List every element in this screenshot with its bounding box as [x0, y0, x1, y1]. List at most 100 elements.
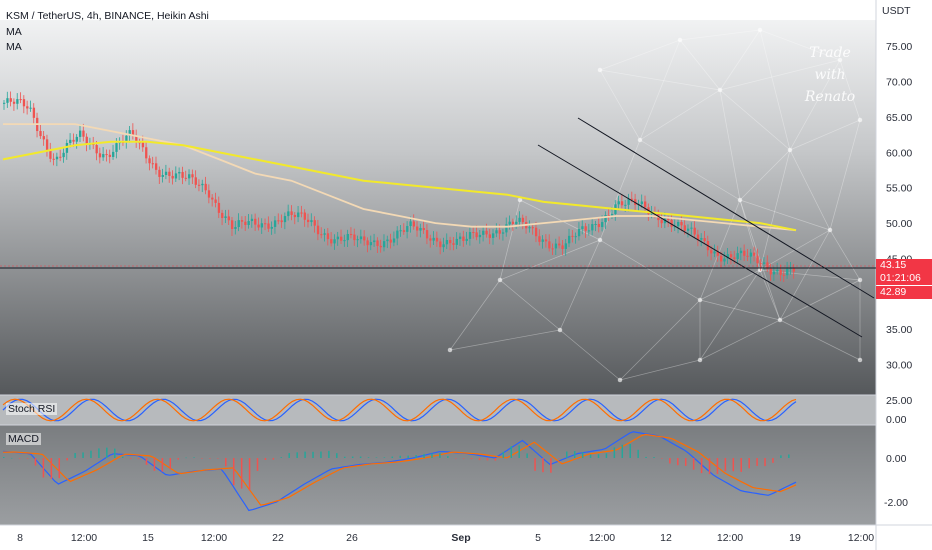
- candle-body: [59, 156, 62, 158]
- candle-body: [495, 230, 498, 234]
- macd-label[interactable]: MACD: [6, 433, 41, 445]
- macd-histogram-bar: [613, 447, 616, 458]
- candle-body: [762, 262, 766, 264]
- network-node: [827, 227, 833, 233]
- candle-body: [22, 99, 26, 107]
- macd-histogram-bar: [581, 452, 584, 458]
- candle-body: [620, 201, 624, 206]
- network-node: [597, 237, 603, 243]
- macd-histogram-bar: [573, 451, 576, 458]
- stoch-zero-tick: 0.00: [886, 414, 907, 426]
- candle-body: [158, 169, 161, 177]
- macd-histogram-bar: [10, 457, 13, 459]
- candle-body: [234, 227, 237, 229]
- candle-body: [538, 236, 541, 242]
- candle-body: [472, 232, 475, 234]
- candle-body: [442, 244, 445, 248]
- candle-body: [425, 230, 429, 239]
- candle-body: [326, 233, 330, 240]
- price-tick: 30.00: [886, 360, 912, 372]
- candle-body: [743, 250, 746, 256]
- candle-body: [161, 175, 164, 177]
- candle-body: [409, 221, 412, 227]
- macd-histogram-bar: [677, 458, 679, 466]
- macd-histogram-bar: [780, 455, 782, 458]
- candle-body: [416, 226, 419, 231]
- ma-legend-1[interactable]: MA: [6, 25, 22, 39]
- candle-body: [171, 175, 174, 179]
- time-tick: 8: [17, 532, 23, 544]
- candle-body: [376, 240, 379, 246]
- candle-body: [247, 221, 250, 226]
- macd-histogram-bar: [375, 457, 378, 458]
- candle-body: [680, 222, 683, 226]
- candle-body: [105, 154, 108, 156]
- candle-body: [511, 221, 515, 224]
- candle-body: [244, 221, 247, 226]
- candle-body: [577, 228, 581, 237]
- candle-body: [340, 236, 343, 241]
- network-node: [717, 87, 723, 93]
- candle-body: [769, 268, 772, 275]
- candle-body: [214, 199, 217, 203]
- candle-body: [260, 223, 264, 228]
- candle-body: [475, 232, 478, 238]
- candle-body: [548, 241, 551, 249]
- macd-histogram-bar: [50, 458, 53, 479]
- countdown-tag: 01:21:06: [876, 272, 932, 285]
- macd-histogram-bar: [106, 447, 108, 458]
- candle-body: [624, 204, 627, 206]
- candle-body: [151, 163, 155, 165]
- macd-histogram-bar: [716, 458, 719, 474]
- macd-histogram-bar: [534, 458, 536, 471]
- macd-histogram-bar: [645, 456, 647, 458]
- symbol-title[interactable]: KSM / TetherUS, 4h, BINANCE, Heikin Ashi: [6, 9, 209, 23]
- candle-body: [465, 238, 468, 241]
- candle-body: [610, 214, 614, 216]
- ma-legend-2[interactable]: MA: [6, 40, 22, 54]
- macd-histogram-bar: [169, 458, 172, 470]
- candle-body: [346, 234, 349, 241]
- macd-histogram-bar: [447, 456, 449, 458]
- candle-body: [19, 99, 22, 101]
- macd-histogram-bar: [510, 446, 513, 458]
- candle-body: [515, 221, 518, 224]
- candle-body: [587, 230, 591, 232]
- time-tick: 12:00: [589, 532, 615, 544]
- candle-body: [693, 227, 696, 235]
- candle-body: [601, 222, 604, 228]
- macd-histogram-bar: [304, 451, 306, 458]
- candle-body: [168, 171, 171, 176]
- candle-body: [581, 226, 584, 229]
- candle-body: [366, 240, 369, 246]
- price-tick: 25.00: [886, 395, 912, 407]
- candle-body: [736, 253, 739, 260]
- macd-histogram-bar: [129, 458, 132, 459]
- candle-body: [62, 152, 65, 158]
- macd-histogram-bar: [248, 458, 251, 491]
- candle-body: [753, 252, 756, 256]
- network-node: [697, 297, 703, 303]
- candle-body: [313, 220, 316, 226]
- candle-body: [644, 201, 647, 208]
- candle-body: [703, 238, 706, 242]
- stoch-rsi-label[interactable]: Stoch RSI: [6, 403, 58, 415]
- macd-histogram-bar: [145, 458, 148, 465]
- macd-histogram-bar: [661, 458, 663, 459]
- candle-body: [273, 220, 277, 227]
- candle-body: [660, 220, 663, 224]
- candle-body: [78, 130, 82, 137]
- candle-body: [690, 227, 693, 229]
- time-tick: 12:00: [71, 532, 97, 544]
- candle-body: [422, 227, 425, 231]
- candle-body: [445, 240, 449, 245]
- candle-body: [267, 223, 270, 229]
- candle-body: [310, 220, 313, 223]
- main-pane-bg: [0, 20, 876, 395]
- macd-histogram-bar: [637, 449, 639, 458]
- candle-body: [677, 222, 680, 227]
- candle-body: [700, 238, 703, 240]
- candle-body: [42, 136, 45, 140]
- macd-histogram-bar: [367, 457, 370, 458]
- candle-body: [485, 230, 488, 235]
